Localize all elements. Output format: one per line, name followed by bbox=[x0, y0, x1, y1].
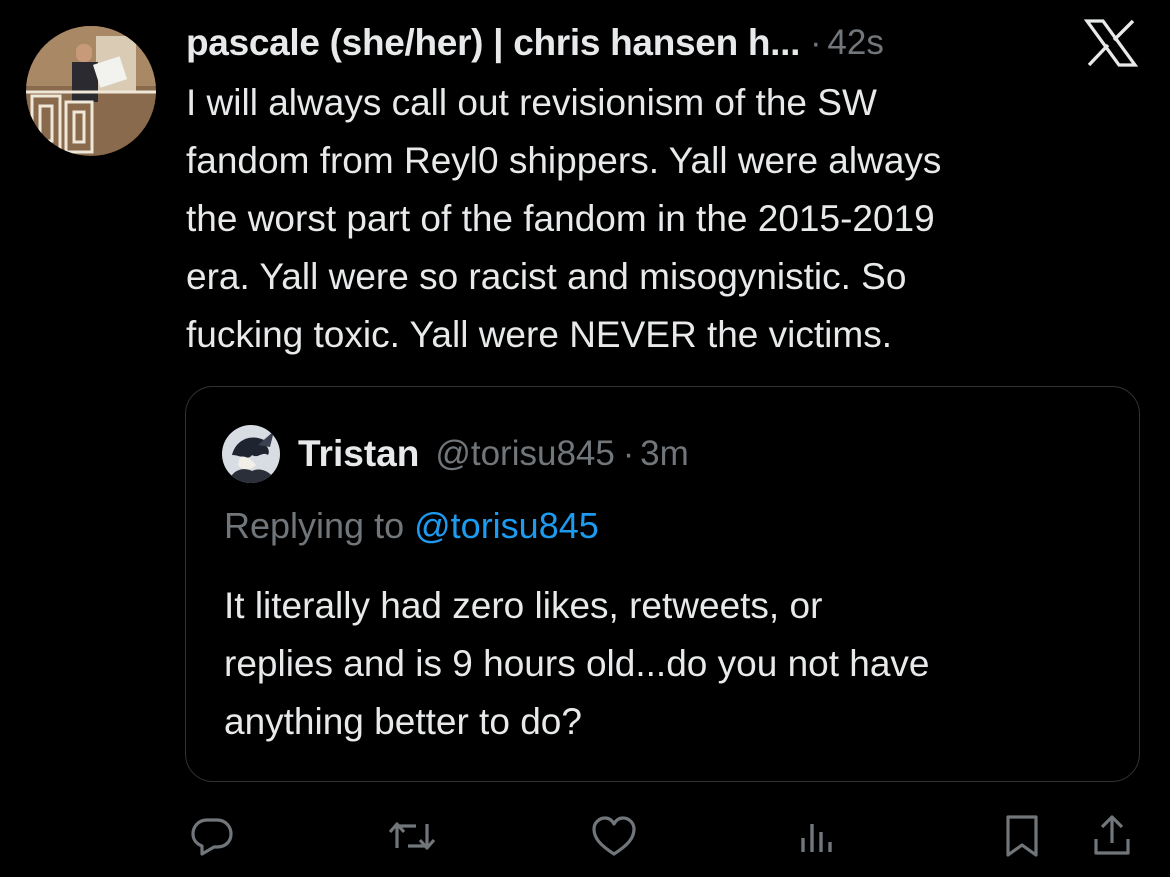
separator-dot: · bbox=[622, 434, 635, 473]
reply-icon bbox=[191, 818, 233, 856]
quote-author-handle[interactable]: @torisu845 bbox=[435, 434, 615, 474]
retweet-button[interactable] bbox=[386, 808, 438, 864]
share-button[interactable] bbox=[1086, 808, 1138, 864]
replying-to-label: Replying to bbox=[224, 505, 405, 546]
tweet-text: I will always call out revisionism of th… bbox=[186, 82, 942, 355]
quote-timestamp: 3m bbox=[640, 434, 689, 473]
views-button[interactable] bbox=[790, 808, 842, 864]
replying-to-line: Replying to @torisu845 bbox=[224, 505, 599, 547]
x-logo-icon[interactable] bbox=[1083, 18, 1139, 68]
quote-avatar-image bbox=[222, 425, 280, 483]
bookmark-icon bbox=[1006, 815, 1038, 857]
tweet-action-bar bbox=[0, 808, 1170, 868]
author-avatar-image bbox=[26, 26, 156, 156]
like-button[interactable] bbox=[588, 808, 640, 864]
quote-header: Tristan @torisu845 · 3m bbox=[298, 429, 689, 479]
quote-author-display-name[interactable]: Tristan bbox=[298, 433, 419, 475]
author-display-name[interactable]: pascale (she/her) | chris hansen h... bbox=[186, 22, 800, 64]
separator-dot: · bbox=[810, 23, 822, 62]
author-avatar[interactable] bbox=[26, 26, 156, 156]
quote-text: It literally had zero likes, retweets, o… bbox=[224, 585, 930, 742]
share-icon bbox=[1094, 815, 1130, 855]
tweet-header: pascale (she/her) | chris hansen h... · … bbox=[186, 18, 884, 68]
quote-author-avatar[interactable] bbox=[222, 425, 280, 483]
views-icon bbox=[801, 824, 832, 852]
replying-to-mention-link[interactable]: @torisu845 bbox=[414, 505, 599, 546]
quoted-tweet-card[interactable]: Tristan @torisu845 · 3m Replying to @tor… bbox=[185, 386, 1140, 782]
tweet-timestamp[interactable]: 42s bbox=[827, 23, 883, 63]
heart-icon bbox=[592, 816, 636, 856]
bookmark-button[interactable] bbox=[996, 808, 1048, 864]
reply-button[interactable] bbox=[186, 808, 238, 864]
retweet-icon bbox=[388, 822, 436, 850]
